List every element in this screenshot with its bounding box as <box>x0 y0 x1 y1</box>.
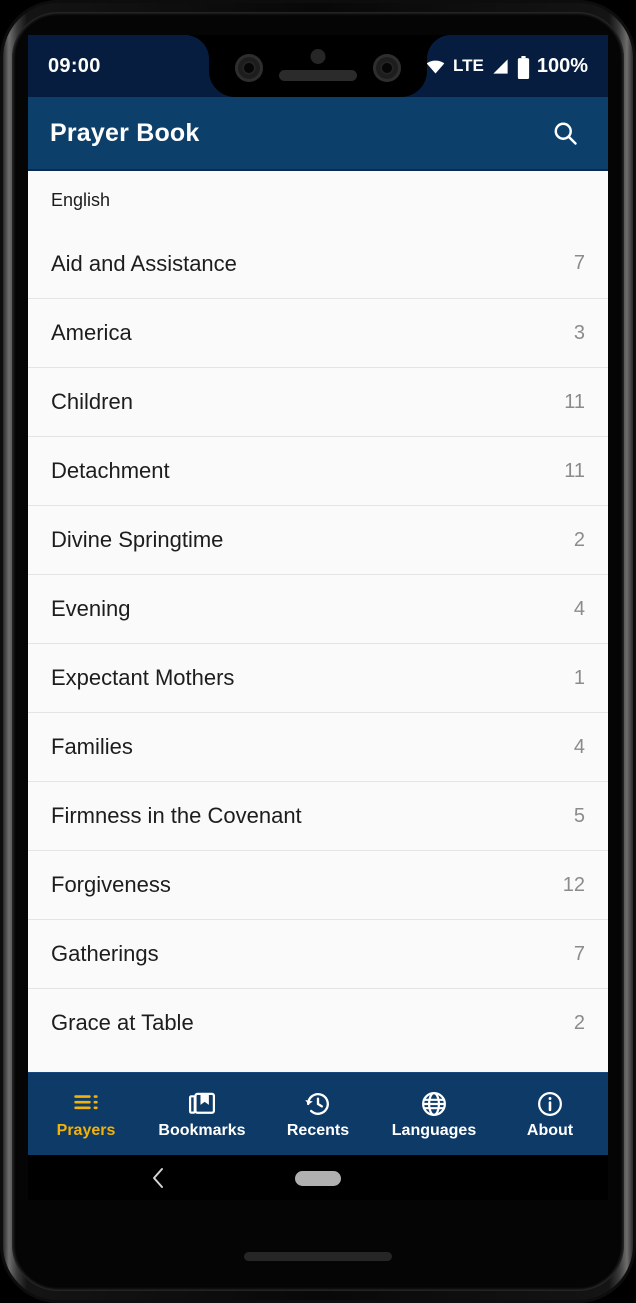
nav-item-about[interactable]: About <box>495 1089 605 1139</box>
phone-frame: 09:00 LTE 100% Prayer Book English Aid a… <box>0 0 636 1303</box>
nav-label-bookmarks: Bookmarks <box>158 1122 246 1139</box>
list-item[interactable]: Firmness in the Covenant 5 <box>28 781 608 850</box>
list-item-label: Firmness in the Covenant <box>51 803 302 828</box>
search-icon <box>551 119 579 147</box>
list-item[interactable]: Forgiveness 12 <box>28 850 608 919</box>
list-item-label: Evening <box>51 596 131 621</box>
list-item-label: Children <box>51 389 133 414</box>
nav-item-prayers[interactable]: Prayers <box>31 1089 141 1139</box>
list-item-count: 5 <box>573 804 585 827</box>
list-item[interactable]: Detachment 11 <box>28 436 608 505</box>
front-camera-left-icon <box>235 54 263 82</box>
list-item-label: Expectant Mothers <box>51 665 235 690</box>
list-item-label: Detachment <box>51 458 170 483</box>
list-item-label: America <box>51 320 132 345</box>
list-item-label: Grace at Table <box>51 1010 194 1035</box>
nav-label-about: About <box>526 1122 574 1139</box>
proximity-sensor-icon <box>310 49 326 64</box>
notch-ear-left <box>185 35 209 59</box>
list-item[interactable]: Evening 4 <box>28 574 608 643</box>
language-section-header: English <box>51 189 111 210</box>
history-icon <box>303 1089 333 1119</box>
list-rows-container: Aid and Assistance 7 America 3 Children 11 Det… <box>28 229 608 1057</box>
nav-item-recents[interactable]: Recents <box>263 1089 373 1139</box>
notch-ear-right <box>427 35 451 59</box>
list-item[interactable]: Aid and Assistance 7 <box>28 229 608 298</box>
page-title: Prayer Book <box>50 118 200 147</box>
list-item-label: Families <box>51 734 133 759</box>
signal-icon <box>491 57 510 76</box>
front-camera-right-icon <box>373 54 401 82</box>
list-item[interactable]: Expectant Mothers 1 <box>28 643 608 712</box>
list-item-count: 7 <box>573 252 585 274</box>
bottom-speaker-grille <box>244 1252 392 1261</box>
app-bar: Prayer Book <box>28 97 608 171</box>
nav-label-recents: Recents <box>286 1122 350 1139</box>
nav-item-bookmarks[interactable]: Bookmarks <box>147 1089 257 1139</box>
back-chevron-icon[interactable] <box>148 1165 168 1191</box>
phone-screen: 09:00 LTE 100% Prayer Book English Aid a… <box>28 35 608 1200</box>
camera-notch <box>209 35 427 97</box>
list-item-label: Divine Springtime <box>51 527 224 552</box>
list-item-count: 4 <box>573 597 585 620</box>
nav-label-languages: Languages <box>391 1122 477 1139</box>
nav-item-languages[interactable]: Languages <box>379 1089 489 1139</box>
android-gesture-nav-bar <box>28 1155 608 1200</box>
list-item[interactable]: Families 4 <box>28 712 608 781</box>
list-item-count: 2 <box>573 1011 585 1034</box>
list-item-label: Gatherings <box>51 941 159 966</box>
list-item-label: Forgiveness <box>51 872 171 897</box>
list-icon <box>71 1089 101 1119</box>
list-item[interactable]: Gatherings 7 <box>28 919 608 988</box>
list-item-count: 11 <box>564 390 585 413</box>
globe-icon <box>419 1089 449 1119</box>
nav-label-prayers: Prayers <box>56 1122 116 1139</box>
list-item-count: 3 <box>573 321 585 344</box>
list-item-count: 1 <box>573 666 585 689</box>
status-time: 09:00 <box>48 54 101 77</box>
list-item-count: 7 <box>573 942 585 965</box>
list-item[interactable]: Grace at Table 2 <box>28 988 608 1057</box>
earpiece-speaker <box>279 70 357 81</box>
list-item[interactable]: Divine Springtime 2 <box>28 505 608 574</box>
list-item-count: 11 <box>564 459 585 482</box>
battery-icon <box>517 55 530 79</box>
list-item-label: Aid and Assistance <box>51 250 237 276</box>
search-button[interactable] <box>544 112 586 154</box>
battery-percent-label: 100% <box>536 54 588 77</box>
list-item-count: 12 <box>562 873 585 896</box>
info-circle-icon <box>535 1089 565 1119</box>
prayer-category-list[interactable]: English Aid and Assistance 7 America 3 Child… <box>28 171 608 1100</box>
bottom-navigation-bar: Prayers Bookmarks Recents Languages Abou… <box>28 1072 608 1155</box>
library-books-icon <box>187 1089 217 1119</box>
home-pill-handle[interactable] <box>295 1170 341 1186</box>
network-type-label: LTE <box>452 56 484 75</box>
list-item-count: 2 <box>573 528 585 551</box>
list-item[interactable]: Children 11 <box>28 367 608 436</box>
list-item[interactable]: America 3 <box>28 298 608 367</box>
list-item-count: 4 <box>573 735 585 758</box>
